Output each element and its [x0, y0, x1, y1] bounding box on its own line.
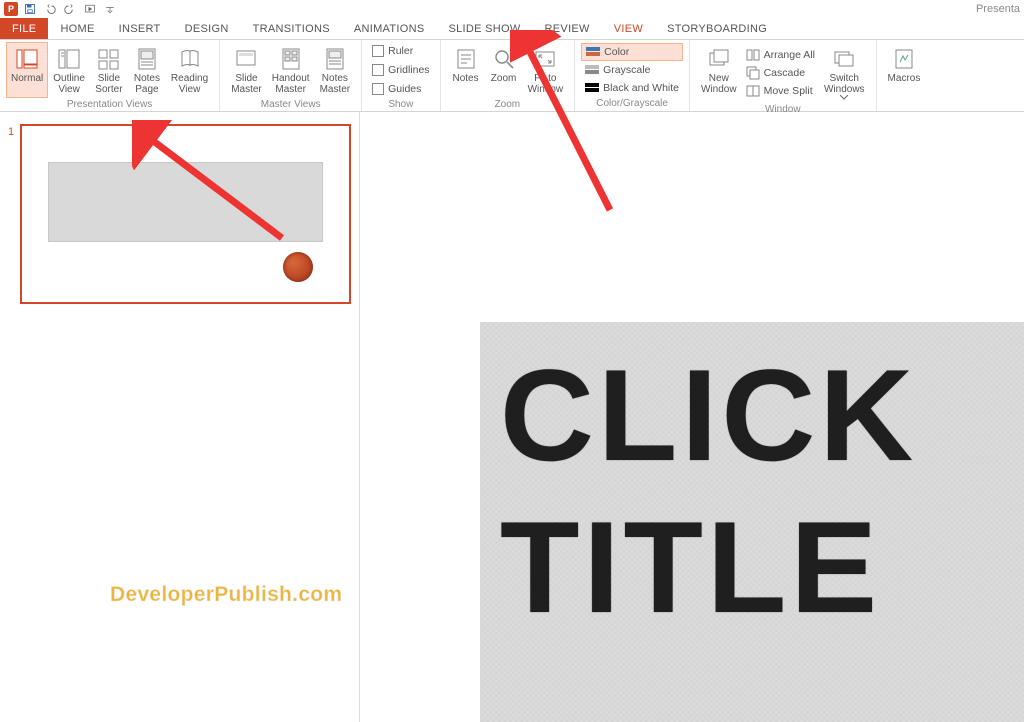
notes-page-button[interactable]: Notes Page	[128, 42, 166, 98]
slide-title-placeholder[interactable]: CLICK TITLE	[500, 340, 917, 644]
new-window-button[interactable]: New Window	[696, 42, 742, 103]
gridlines-checkbox[interactable]: Gridlines	[368, 61, 433, 79]
slide-number: 1	[8, 124, 20, 304]
group-presentation-views: Normal Outline View Slide Sorter Notes P…	[0, 40, 220, 111]
group-macros: Macros Macros	[877, 40, 932, 111]
tab-transitions[interactable]: TRANSITIONS	[241, 18, 342, 39]
fit-to-window-icon	[533, 47, 557, 71]
slide-content[interactable]: CLICK TITLE	[480, 322, 1024, 722]
slide-master-button[interactable]: Slide Master	[226, 42, 267, 98]
ruler-checkbox[interactable]: Ruler	[368, 42, 433, 60]
switch-windows-button[interactable]: Switch Windows	[819, 42, 870, 103]
notes-master-icon	[323, 47, 347, 71]
tab-animations[interactable]: ANIMATIONS	[342, 18, 437, 39]
checkbox-icon	[372, 64, 384, 76]
chevron-down-icon	[840, 95, 848, 100]
tab-storyboarding[interactable]: STORYBOARDING	[655, 18, 779, 39]
thumbnail-panel[interactable]: 1	[0, 112, 360, 722]
slide-canvas[interactable]: CLICK TITLE	[360, 112, 1024, 722]
grayscale-button[interactable]: Grayscale	[581, 61, 683, 79]
macros-icon	[892, 47, 916, 71]
tab-home[interactable]: HOME	[48, 18, 106, 39]
qat-customize-icon[interactable]	[102, 1, 118, 17]
outline-view-button[interactable]: Outline View	[48, 42, 90, 98]
grayscale-icon	[585, 63, 599, 77]
color-button[interactable]: Color	[581, 43, 683, 61]
cascade-icon	[746, 66, 760, 80]
cascade-button[interactable]: Cascade	[742, 64, 819, 82]
group-window: New Window Arrange All Cascade Move Spli…	[690, 40, 877, 111]
tab-slideshow[interactable]: SLIDE SHOW	[436, 18, 532, 39]
handout-master-button[interactable]: Handout Master	[267, 42, 315, 98]
color-icon	[586, 45, 600, 59]
zoom-button[interactable]: Zoom	[485, 42, 523, 98]
group-master-views: Slide Master Handout Master Notes Master…	[220, 40, 362, 111]
ribbon-tabs: FILE HOME INSERT DESIGN TRANSITIONS ANIM…	[0, 18, 1024, 40]
group-zoom: Notes Zoom Fit to Window Zoom	[441, 40, 576, 111]
thumbnail-seal-icon	[283, 252, 313, 282]
thumbnail-banner	[48, 162, 323, 242]
arrange-all-icon	[746, 48, 760, 62]
workspace: 1 CLICK TITLE	[0, 112, 1024, 722]
slide-master-icon	[234, 47, 258, 71]
group-show: Ruler Gridlines Guides Show	[362, 40, 440, 111]
ribbon: Normal Outline View Slide Sorter Notes P…	[0, 40, 1024, 112]
move-split-button[interactable]: Move Split	[742, 82, 819, 100]
undo-icon[interactable]	[42, 1, 58, 17]
notes-icon	[454, 47, 478, 71]
slide-sorter-button[interactable]: Slide Sorter	[90, 42, 128, 98]
reading-view-button[interactable]: Reading View	[166, 42, 213, 98]
move-split-icon	[746, 84, 760, 98]
document-title: Presenta	[976, 3, 1020, 15]
notes-page-icon	[135, 47, 159, 71]
checkbox-icon	[372, 83, 384, 95]
checkbox-icon	[372, 45, 384, 57]
reading-view-icon	[178, 47, 202, 71]
title-bar: P Presenta	[0, 0, 1024, 18]
new-window-icon	[707, 47, 731, 71]
tab-review[interactable]: REVIEW	[533, 18, 602, 39]
slide-thumbnail[interactable]	[20, 124, 351, 304]
tab-design[interactable]: DESIGN	[173, 18, 241, 39]
powerpoint-app-icon: P	[4, 2, 18, 16]
notes-master-button[interactable]: Notes Master	[315, 42, 356, 98]
redo-icon[interactable]	[62, 1, 78, 17]
notes-button[interactable]: Notes	[447, 42, 485, 98]
black-and-white-button[interactable]: Black and White	[581, 79, 683, 97]
zoom-icon	[492, 47, 516, 71]
save-icon[interactable]	[22, 1, 38, 17]
arrange-all-button[interactable]: Arrange All	[742, 46, 819, 64]
handout-master-icon	[279, 47, 303, 71]
tab-insert[interactable]: INSERT	[107, 18, 173, 39]
bw-icon	[585, 81, 599, 95]
normal-view-icon	[15, 47, 39, 71]
outline-view-icon	[57, 47, 81, 71]
macros-button[interactable]: Macros	[883, 42, 926, 97]
tab-view[interactable]: VIEW	[602, 18, 655, 39]
slide-sorter-icon	[97, 47, 121, 71]
switch-windows-icon	[832, 47, 856, 71]
tab-file[interactable]: FILE	[0, 18, 48, 39]
guides-checkbox[interactable]: Guides	[368, 80, 433, 98]
start-from-beginning-icon[interactable]	[82, 1, 98, 17]
watermark-text: DeveloperPublish.com	[110, 583, 342, 607]
normal-view-button[interactable]: Normal	[6, 42, 48, 98]
group-color-grayscale: Color Grayscale Black and White Color/Gr…	[575, 40, 690, 111]
fit-to-window-button[interactable]: Fit to Window	[523, 42, 569, 98]
